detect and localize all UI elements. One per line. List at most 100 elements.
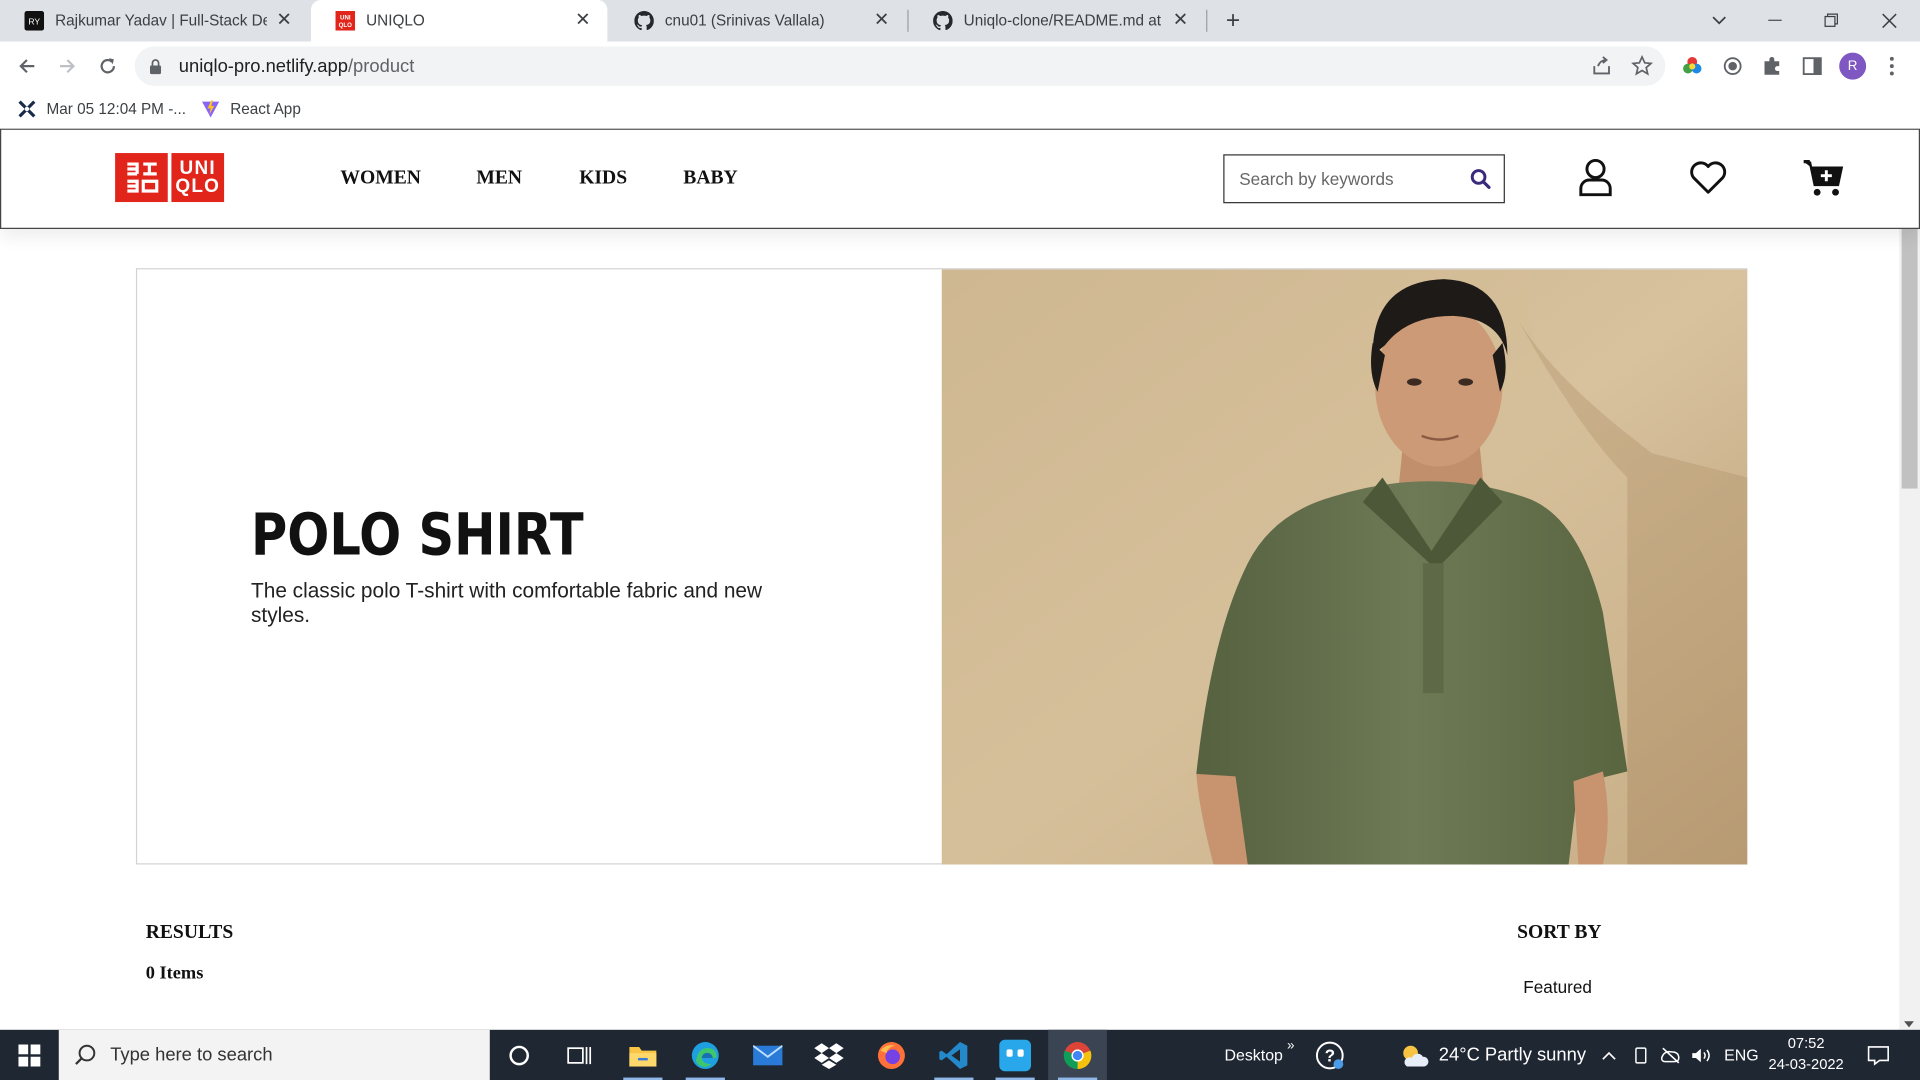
tab-title: Rajkumar Yadav | Full-Stack Deve — [55, 12, 267, 30]
bookmark-star-icon[interactable] — [1627, 51, 1656, 80]
file-explorer-icon[interactable] — [613, 1030, 672, 1080]
weather-text[interactable]: 24°C Partly sunny — [1439, 1030, 1586, 1080]
svg-text:RY: RY — [28, 16, 40, 26]
weather-partly-sunny-icon[interactable] — [1385, 1030, 1444, 1080]
browser-toolbar: uniqlo-pro.netlify.app/product R — [0, 41, 1920, 91]
nav-baby[interactable]: BABY — [683, 168, 737, 190]
url-path: /product — [347, 55, 415, 77]
svg-text:QLO: QLO — [339, 22, 352, 29]
toolbar-expand-chevron-icon[interactable]: » — [1287, 1020, 1295, 1070]
desktop-toolbar-label[interactable]: Desktop — [1225, 1030, 1283, 1080]
firefox-icon[interactable] — [862, 1030, 921, 1080]
logo-line2: QLO — [175, 176, 221, 198]
logo-line1: UNI — [179, 157, 216, 179]
tray-overflow-chevron-icon[interactable] — [1602, 1030, 1617, 1080]
record-extension-icon[interactable] — [1718, 51, 1747, 80]
minimize-icon[interactable] — [1747, 0, 1803, 42]
system-clock[interactable]: 07:52 24-03-2022 — [1763, 1033, 1849, 1075]
taskbar-search-box[interactable]: Type here to search — [58, 1029, 490, 1080]
uniqlo-logo[interactable]: UNI QLO — [115, 153, 226, 203]
close-tab-icon[interactable]: ✕ — [872, 10, 892, 31]
tab-uniqlo[interactable]: UNI QLO UNIQLO ✕ — [311, 0, 608, 42]
address-bar[interactable]: uniqlo-pro.netlify.app/product — [134, 46, 1666, 86]
hero-banner: POLO SHIRT The classic polo T-shirt with… — [135, 268, 1748, 865]
back-arrow-icon[interactable] — [11, 50, 43, 82]
tab-github-profile[interactable]: cnu01 (Srinivas Vallala) ✕ — [610, 0, 906, 42]
close-tab-icon[interactable]: ✕ — [573, 10, 593, 31]
restore-icon[interactable] — [1804, 0, 1860, 42]
user-account-icon[interactable] — [1575, 157, 1617, 199]
vscode-icon[interactable] — [924, 1030, 983, 1080]
search-box — [1223, 154, 1505, 204]
nav-men[interactable]: MEN — [476, 168, 522, 190]
volume-icon[interactable] — [1691, 1030, 1713, 1080]
wishlist-heart-icon[interactable] — [1687, 157, 1729, 199]
search-icon[interactable] — [1469, 168, 1491, 190]
forward-arrow-icon[interactable] — [51, 50, 83, 82]
messaging-app-icon[interactable] — [986, 1030, 1045, 1080]
lock-icon — [149, 58, 166, 75]
nav-women[interactable]: WOMEN — [340, 168, 421, 190]
help-icon[interactable]: ? — [1300, 1030, 1359, 1080]
bookmarks-bar: Mar 05 12:04 PM -... React App — [0, 90, 1920, 129]
edge-browser-icon[interactable] — [676, 1030, 735, 1080]
clock-date: 24-03-2022 — [1768, 1055, 1844, 1073]
notifications-icon[interactable] — [1867, 1030, 1889, 1080]
vite-icon — [201, 99, 221, 119]
tab-separator — [1206, 9, 1208, 32]
svg-text:UNI: UNI — [340, 15, 351, 22]
network-offline-icon[interactable] — [1659, 1030, 1681, 1080]
tab-title: cnu01 (Srinivas Vallala) — [664, 12, 825, 30]
scrollbar-thumb[interactable] — [1901, 228, 1918, 489]
banner-description: The classic polo T-shirt with comfortabl… — [251, 579, 763, 627]
extensions-puzzle-icon[interactable] — [1757, 51, 1786, 80]
bookmark-item[interactable]: React App — [201, 96, 301, 123]
tab-github-readme[interactable]: Uniqlo-clone/README.md at ma ✕ — [909, 0, 1205, 42]
web-page: UNI QLO WOMEN MEN KIDS BABY Search by ke… — [0, 128, 1920, 1030]
bookmark-item[interactable]: Mar 05 12:04 PM -... — [17, 96, 186, 123]
cortana-icon[interactable] — [490, 1030, 549, 1080]
tab-search-chevron-icon[interactable] — [1691, 0, 1747, 42]
nav-kids[interactable]: KIDS — [579, 168, 627, 190]
banner-title: POLO SHIRT — [251, 502, 584, 570]
bookmark-label: Mar 05 12:04 PM -... — [46, 100, 187, 118]
mail-icon[interactable] — [738, 1030, 797, 1080]
logo-katakana-block — [115, 153, 168, 203]
results-heading: RESULTS — [145, 922, 234, 943]
bookmark-label: React App — [230, 100, 301, 118]
uniqlo-favicon-icon: UNI QLO — [335, 11, 356, 31]
close-window-icon[interactable] — [1861, 0, 1917, 42]
task-view-icon[interactable] — [550, 1030, 609, 1080]
color-picker-extension-icon[interactable] — [1678, 51, 1707, 80]
tab-portfolio[interactable]: RY Rajkumar Yadav | Full-Stack Deve ✕ — [0, 0, 309, 42]
url-domain: uniqlo-pro.netlify.app — [178, 55, 348, 77]
windows-start-icon[interactable] — [0, 1030, 59, 1080]
chrome-icon[interactable] — [1048, 1029, 1107, 1080]
results-count: 0 Items — [145, 963, 204, 984]
page-scrollbar[interactable] — [1899, 228, 1920, 1030]
tab-strip: RY Rajkumar Yadav | Full-Stack Deve ✕ UN… — [0, 0, 1920, 42]
search-input[interactable] — [1225, 156, 1459, 201]
close-tab-icon[interactable]: ✕ — [1171, 10, 1191, 31]
sort-by-heading: SORT BY — [1517, 922, 1602, 943]
close-tab-icon[interactable]: ✕ — [274, 10, 294, 31]
tab-title: Uniqlo-clone/README.md at ma — [963, 12, 1164, 30]
share-icon[interactable] — [1587, 51, 1616, 80]
language-indicator[interactable]: ENG — [1724, 1030, 1758, 1080]
site-header: UNI QLO WOMEN MEN KIDS BABY — [0, 128, 1920, 229]
sort-select[interactable]: Featured — [1523, 977, 1592, 997]
profile-avatar[interactable]: R — [1839, 52, 1867, 80]
windows-taskbar: Type here to search Desktop » ? 24°C Par… — [0, 1029, 1920, 1080]
clock-time: 07:52 — [1787, 1034, 1825, 1052]
side-panel-icon[interactable] — [1798, 51, 1827, 80]
banner-product-photo — [941, 269, 1748, 865]
scroll-down-arrow-icon[interactable] — [1904, 1021, 1914, 1028]
tab-title: UNIQLO — [366, 12, 425, 30]
new-tab-button[interactable]: + — [1218, 7, 1247, 34]
logo-text-block: UNI QLO — [171, 153, 225, 203]
add-to-cart-icon[interactable] — [1802, 157, 1844, 199]
reload-icon[interactable] — [92, 50, 124, 82]
dropbox-icon[interactable] — [800, 1030, 859, 1080]
browser-menu-icon[interactable] — [1877, 51, 1906, 80]
device-icon[interactable] — [1632, 1030, 1649, 1080]
